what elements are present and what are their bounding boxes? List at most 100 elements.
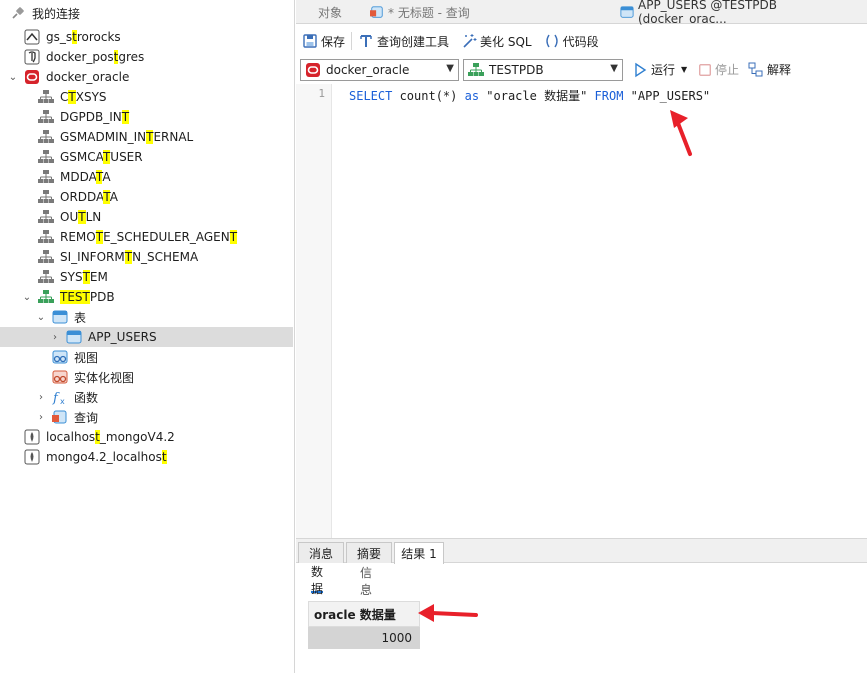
- schema-icon: [38, 229, 54, 245]
- chevron-down-icon[interactable]: ⌄: [6, 67, 20, 87]
- query-builder-button[interactable]: 查询创建工具: [358, 33, 449, 50]
- table-app-users[interactable]: › APP_USERS: [0, 327, 293, 347]
- grid-cell[interactable]: 1000: [308, 627, 420, 649]
- schema-icon: [38, 189, 54, 205]
- sql-code-line[interactable]: SELECT count(*) as "oracle 数据量" FROM "AP…: [349, 87, 710, 104]
- starrocks-icon: [24, 29, 40, 45]
- query-icon: [370, 5, 384, 19]
- mongodb-leaf-icon: [24, 449, 40, 465]
- play-icon: [632, 62, 651, 78]
- result-tabs: 消息 摘要 结果 1: [296, 539, 867, 564]
- schema-icon: [38, 109, 54, 125]
- schema-icon: [38, 169, 54, 185]
- chevron-down-icon: ▼: [446, 63, 454, 74]
- result-panel: 消息 摘要 结果 1 数据 信息 oracle 数据量 1000: [296, 538, 867, 673]
- postgres-elephant-icon: [24, 49, 40, 65]
- schema-gsmcatuser[interactable]: GSMCATUSER: [0, 147, 293, 167]
- view-icon: [52, 349, 68, 365]
- table-icon: [66, 329, 82, 345]
- parentheses-icon: [544, 33, 563, 49]
- tree-root[interactable]: 我的连接: [0, 3, 293, 23]
- subtab-data[interactable]: 数据: [311, 565, 324, 596]
- svg-text:f: f: [52, 391, 60, 405]
- database-select[interactable]: TESTPDB ▼: [463, 59, 623, 81]
- annotation-arrow-up: [670, 110, 692, 156]
- svg-text:x: x: [60, 397, 65, 405]
- connection-gs-strorocks[interactable]: gs_strorocks: [0, 27, 293, 47]
- connection-localhost-mongo[interactable]: localhost_mongoV4.2: [0, 427, 293, 447]
- save-button[interactable]: 保存: [302, 33, 345, 50]
- tab-summary[interactable]: 摘要: [346, 542, 392, 563]
- schema-testpdb[interactable]: ⌄ TESTPDB: [0, 287, 293, 307]
- sql-editor[interactable]: 1 SELECT count(*) as "oracle 数据量" FROM "…: [296, 84, 867, 538]
- explain-button[interactable]: 解释: [748, 61, 791, 78]
- folder-views[interactable]: 视图: [0, 347, 293, 367]
- oracle-icon: [24, 69, 40, 85]
- schema-open-icon: [468, 62, 484, 78]
- chevron-right-icon[interactable]: ›: [34, 407, 48, 427]
- beautify-sql-button[interactable]: 美化 SQL: [461, 33, 532, 50]
- schema-icon: [38, 89, 54, 105]
- schema-si-informtn-schema[interactable]: SI_INFORMTN_SCHEMA: [0, 247, 293, 267]
- explain-tree-icon: [748, 62, 767, 78]
- line-number-gutter: 1: [296, 84, 332, 538]
- chevron-down-icon[interactable]: ⌄: [20, 287, 34, 307]
- tab-messages[interactable]: 消息: [298, 542, 344, 563]
- stop-button[interactable]: 停止: [698, 61, 739, 78]
- schema-orddata[interactable]: ORDDATA: [0, 187, 293, 207]
- folder-tables[interactable]: ⌄ 表: [0, 307, 293, 327]
- connection-selector-row: docker_oracle ▼ TESTPDB ▼ 运行 ▼ 停止 解释: [296, 57, 867, 83]
- line-number: 1: [318, 87, 325, 100]
- tab-result-1[interactable]: 结果 1: [394, 542, 444, 564]
- dropdown-caret-icon[interactable]: ▼: [681, 65, 687, 74]
- tab-untitled-query[interactable]: * 无标题 - 查询: [370, 0, 470, 24]
- chevron-down-icon: ▼: [610, 63, 618, 74]
- connection-select[interactable]: docker_oracle ▼: [300, 59, 459, 81]
- chevron-right-icon[interactable]: ›: [34, 387, 48, 407]
- chevron-right-icon[interactable]: ›: [48, 327, 62, 347]
- keyword-as: as: [464, 89, 480, 103]
- column-alias: "oracle 数据量": [479, 89, 595, 103]
- column-header[interactable]: oracle 数据量: [308, 601, 420, 627]
- annotation-arrow-left: [418, 604, 478, 622]
- tab-bar: 对象 * 无标题 - 查询 APP_USERS @TESTPDB (docker…: [296, 0, 867, 26]
- subtab-info[interactable]: 信息: [360, 566, 372, 597]
- keyword-from: FROM: [594, 89, 624, 103]
- schema-ctxsys[interactable]: CTXSYS: [0, 87, 293, 107]
- chevron-down-icon[interactable]: ⌄: [34, 307, 48, 327]
- schema-icon: [38, 269, 54, 285]
- tab-app-users[interactable]: APP_USERS @TESTPDB (docker_orac...: [620, 0, 867, 26]
- folder-functions[interactable]: › fx 函数: [0, 387, 293, 407]
- oracle-icon: [305, 62, 321, 78]
- table-folder-icon: [52, 309, 68, 325]
- schema-gsmadmin-internal[interactable]: GSMADMIN_INTERNAL: [0, 127, 293, 147]
- schema-outln[interactable]: OUTLN: [0, 207, 293, 227]
- keyword-select: SELECT: [349, 89, 393, 103]
- plug-icon: [10, 5, 26, 21]
- count-expression: count(*): [392, 89, 465, 103]
- connection-mongo-localhost[interactable]: mongo4.2_localhost: [0, 447, 293, 467]
- editor-toolbar: 保存 查询创建工具 美化 SQL 代码段: [296, 25, 867, 57]
- schema-system[interactable]: SYSTEM: [0, 267, 293, 287]
- schema-remote-scheduler-agent[interactable]: REMOTE_SCHEDULER_AGENT: [0, 227, 293, 247]
- schema-dgpdb-int[interactable]: DGPDB_INT: [0, 107, 293, 127]
- table-name: "APP_USERS": [623, 89, 711, 103]
- mongodb-leaf-icon: [24, 429, 40, 445]
- schema-icon: [38, 149, 54, 165]
- connection-docker-postgres[interactable]: docker_postgres: [0, 47, 293, 67]
- run-button[interactable]: 运行 ▼: [632, 61, 687, 78]
- schema-mddata[interactable]: MDDATA: [0, 167, 293, 187]
- connection-tree: 我的连接 gs_strorocks docker_postgres ⌄ dock…: [0, 0, 295, 673]
- stop-icon: [698, 63, 715, 77]
- folder-queries[interactable]: › 查询: [0, 407, 293, 427]
- query-builder-icon: [358, 33, 377, 49]
- tab-objects[interactable]: 对象: [318, 0, 342, 24]
- toolbar-divider: [351, 32, 353, 50]
- connection-docker-oracle[interactable]: ⌄ docker_oracle: [0, 67, 293, 87]
- schema-icon: [38, 129, 54, 145]
- code-snippet-button[interactable]: 代码段: [544, 33, 599, 50]
- save-icon: [302, 33, 321, 49]
- schema-open-icon: [38, 289, 54, 305]
- schema-icon: [38, 249, 54, 265]
- folder-materialized-views[interactable]: 实体化视图: [0, 367, 293, 387]
